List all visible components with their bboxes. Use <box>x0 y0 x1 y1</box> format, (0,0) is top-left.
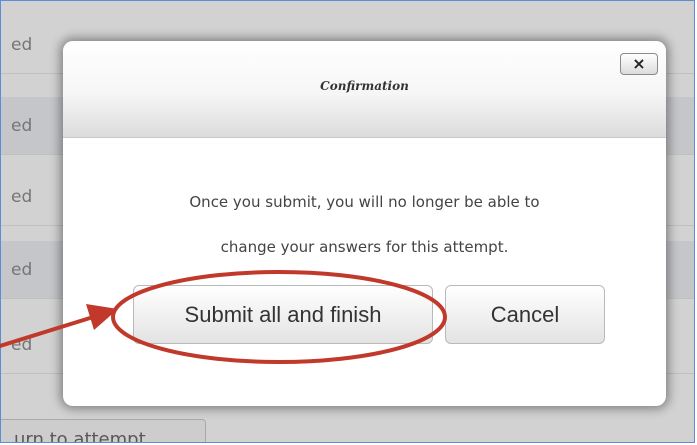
submit-all-and-finish-button[interactable]: Submit all and finish <box>133 285 433 344</box>
page-frame: ed ed ed ed ed urn to attempt Confirmati… <box>0 0 695 443</box>
message-line-1: Once you submit, you will no longer be a… <box>189 193 540 211</box>
message-line-2: change your answers for this attempt. <box>220 238 509 256</box>
cancel-button[interactable]: Cancel <box>445 285 605 344</box>
dialog-title: Confirmation <box>320 79 409 93</box>
close-button[interactable]: × <box>620 53 658 75</box>
close-icon: × <box>632 54 646 73</box>
dialog-header: Confirmation × <box>63 41 666 138</box>
confirmation-dialog: Confirmation × Once you submit, you will… <box>63 41 666 406</box>
